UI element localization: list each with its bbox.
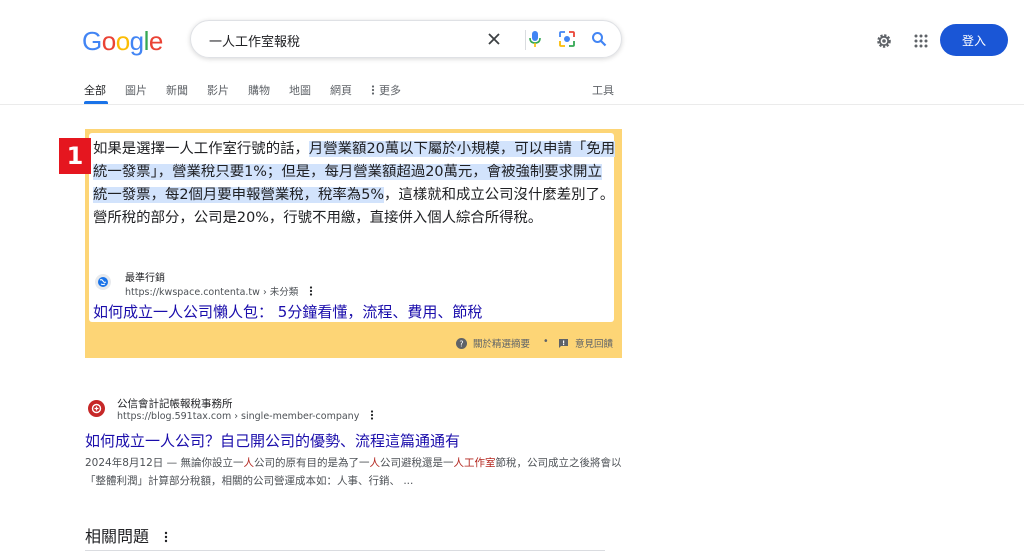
about-label: 關於精選摘要: [473, 339, 531, 350]
snippet-result-link[interactable]: 如何成立一人公司懶人包： 5分鐘看懂，流程、費用、節稅: [93, 301, 482, 322]
desc-part: 公司的原有目的是為了一: [253, 457, 370, 469]
logo-letter: g: [129, 26, 144, 56]
logo-letter: o: [101, 26, 116, 56]
source-name[interactable]: 最準行銷: [125, 269, 165, 284]
more-vert-icon[interactable]: [370, 410, 374, 420]
result-site-name[interactable]: 公信會計記帳報稅事務所: [117, 396, 233, 411]
tab-more[interactable]: 更多: [371, 82, 401, 104]
tab-web[interactable]: 網頁: [330, 82, 352, 104]
feedback-icon: [559, 338, 568, 348]
login-button[interactable]: 登入: [940, 24, 1008, 56]
desc-match: 人工作室: [453, 457, 496, 469]
source-url[interactable]: https://kwspace.contenta.tw › 未分類: [125, 284, 313, 298]
about-featured-snippets[interactable]: ? 關於精選摘要: [456, 336, 530, 350]
related-questions-heading: 相關問題: [85, 523, 168, 547]
search-input[interactable]: 一人工作室報稅: [209, 31, 300, 50]
lens-icon[interactable]: [556, 28, 578, 50]
related-heading-text: 相關問題: [85, 527, 150, 546]
feedback-label: 意見回饋: [575, 339, 614, 350]
tab-shopping[interactable]: 購物: [248, 82, 270, 104]
result-snippet: 2024年8月12日 — 無論你設立一人公司的原有目的是為了一人公司避稅還是一人…: [85, 454, 625, 490]
clear-icon[interactable]: [483, 28, 505, 50]
desc-part: 2024年8月12日 — 無論你設立一: [85, 457, 244, 469]
header-divider: [0, 104, 1024, 105]
microphone-icon[interactable]: [524, 28, 546, 50]
search-box[interactable]: 一人工作室報稅: [190, 20, 622, 58]
tab-more-label: 更多: [379, 84, 401, 97]
search-tabs: 全部 圖片 新聞 影片 購物 地圖 網頁 更多: [84, 82, 420, 104]
logo-letter: e: [148, 26, 163, 56]
snippet-text-part: 如果是選擇一人工作室行號的話，: [93, 141, 309, 157]
logo-letter: G: [82, 26, 102, 56]
tab-images[interactable]: 圖片: [125, 82, 147, 104]
snippet-text: 如果是選擇一人工作室行號的話，月營業額20萬以下屬於小規模，可以申請「免用統一發…: [93, 138, 616, 230]
footer-separator: •: [543, 336, 549, 347]
result-url[interactable]: https://blog.591tax.com › single-member-…: [117, 410, 374, 422]
apps-icon[interactable]: [910, 30, 932, 52]
svg-text:?: ?: [459, 339, 463, 348]
more-vert-icon[interactable]: [309, 286, 313, 296]
site-favicon: [88, 400, 105, 417]
feedback-link[interactable]: 意見回饋: [558, 336, 613, 350]
source-url-text: https://kwspace.contenta.tw › 未分類: [125, 287, 299, 298]
desc-match: 人: [243, 457, 254, 469]
google-logo[interactable]: Google: [82, 26, 163, 57]
settings-icon[interactable]: [873, 30, 895, 52]
help-icon: ?: [456, 337, 467, 349]
logo-letter: o: [115, 26, 130, 56]
more-vert-icon[interactable]: [164, 531, 168, 543]
number-badge: 1: [59, 138, 91, 174]
more-vert-icon: [371, 85, 375, 95]
tab-news[interactable]: 新聞: [166, 82, 188, 104]
related-divider: [85, 550, 605, 551]
result-url-text: https://blog.591tax.com › single-member-…: [117, 411, 360, 422]
tab-videos[interactable]: 影片: [207, 82, 229, 104]
featured-snippet: 如果是選擇一人工作室行號的話，月營業額20萬以下屬於小規模，可以申請「免用統一發…: [89, 133, 616, 322]
tab-maps[interactable]: 地圖: [289, 82, 311, 104]
search-icon[interactable]: [588, 28, 610, 50]
result-title-link[interactable]: 如何成立一人公司？自己開公司的優勢、流程這篇通通有: [85, 430, 460, 451]
tools-button[interactable]: 工具: [592, 82, 614, 98]
desc-match: 人: [369, 457, 380, 469]
globe-icon: [95, 274, 111, 290]
desc-part: 公司避稅還是一: [379, 457, 454, 469]
